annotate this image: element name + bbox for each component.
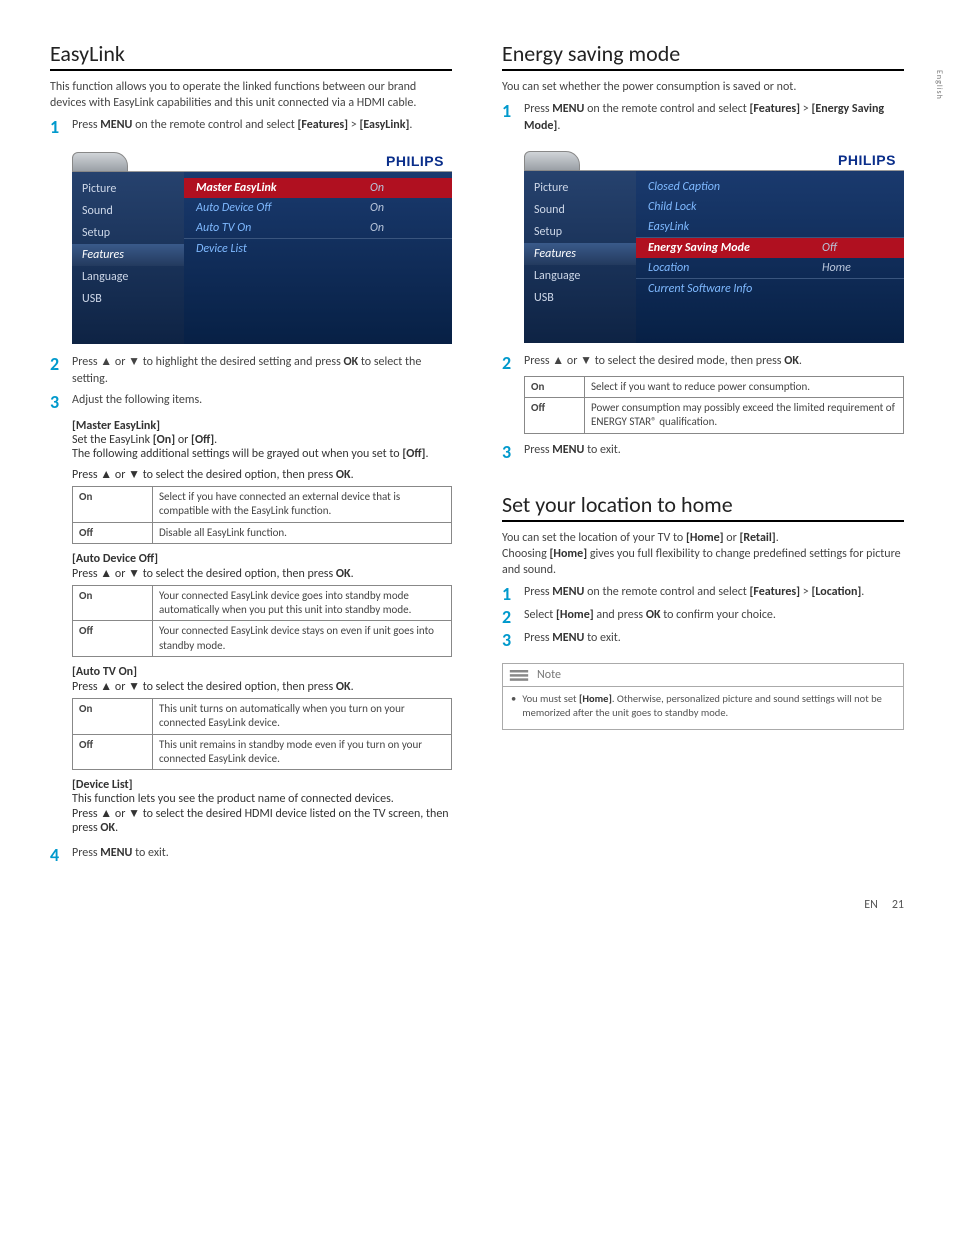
osd-row: Master EasyLinkOn xyxy=(184,178,452,198)
osd-nav: Picture Sound Setup Features Language US… xyxy=(524,171,636,343)
osd-row: LocationHome xyxy=(636,258,904,279)
options-table: OnThis unit turns on automatically when … xyxy=(72,698,452,770)
osd-row: Auto TV OnOn xyxy=(184,218,452,239)
step-number: 1 xyxy=(502,102,524,120)
osd-nav: Picture Sound Setup Features Language US… xyxy=(72,172,184,344)
osd-nav-item: Setup xyxy=(524,221,636,243)
language-tab: English xyxy=(934,70,944,100)
footer-page: 21 xyxy=(892,898,904,912)
right-column: Energy saving mode You can set whether t… xyxy=(502,40,904,868)
energy-intro: You can set whether the power consumptio… xyxy=(502,79,904,95)
page-footer: EN 21 xyxy=(0,898,954,942)
brand-logo: PHILIPS xyxy=(386,153,444,169)
step-number: 3 xyxy=(502,631,524,649)
osd-main: Master EasyLinkOn Auto Device OffOn Auto… xyxy=(184,172,452,344)
osd-energy: PHILIPS Picture Sound Setup Features Lan… xyxy=(524,145,904,343)
osd-nav-item: USB xyxy=(524,287,636,309)
step-text: Press MENU on the remote control and sel… xyxy=(72,117,452,134)
osd-nav-item: Sound xyxy=(524,199,636,221)
step-text: Press MENU on the remote control and sel… xyxy=(524,101,904,135)
osd-row: Current Software Info xyxy=(636,279,904,299)
left-column: EasyLink This function allows you to ope… xyxy=(50,40,452,868)
note-text: You must set [Home]. Otherwise, personal… xyxy=(509,692,897,720)
osd-row: Auto Device OffOn xyxy=(184,198,452,218)
step-text: Press MENU to exit. xyxy=(524,630,904,647)
easylink-intro: This function allows you to operate the … xyxy=(50,79,452,111)
osd-nav-item-active: Features xyxy=(72,244,184,266)
heading-energy: Energy saving mode xyxy=(502,40,904,71)
brand-logo: PHILIPS xyxy=(838,152,896,168)
osd-nav-item: Language xyxy=(72,266,184,288)
osd-nav-item: Language xyxy=(524,265,636,287)
osd-row: Closed Caption xyxy=(636,177,904,197)
note-box: Note You must set [Home]. Otherwise, per… xyxy=(502,663,904,729)
heading-easylink: EasyLink xyxy=(50,40,452,71)
sub-master-easylink: [Master EasyLink] Set the EasyLink [On] … xyxy=(72,419,452,544)
step-number: 4 xyxy=(50,846,72,864)
osd-nav-item: Setup xyxy=(72,222,184,244)
osd-tab-icon xyxy=(72,152,128,172)
step-text: Press ▲ or ▼ to highlight the desired se… xyxy=(72,354,452,388)
osd-row: EasyLink xyxy=(636,217,904,238)
osd-nav-item: Sound xyxy=(72,200,184,222)
step-text: Press MENU on the remote control and sel… xyxy=(524,584,904,601)
osd-row: Energy Saving ModeOff xyxy=(636,238,904,258)
step-text: Press MENU to exit. xyxy=(524,442,904,459)
heading-location: Set your location to home xyxy=(502,491,904,522)
osd-row: Child Lock xyxy=(636,197,904,217)
options-table: OnYour connected EasyLink device goes in… xyxy=(72,585,452,657)
note-icon xyxy=(509,667,529,683)
osd-nav-item-active: Features xyxy=(524,243,636,265)
osd-main: Closed Caption Child Lock EasyLink Energ… xyxy=(636,171,904,343)
step-number: 3 xyxy=(502,443,524,461)
osd-row: Device List xyxy=(184,239,452,259)
options-table: OnSelect if you want to reduce power con… xyxy=(524,376,904,434)
step-text: Select [Home] and press OK to confirm yo… xyxy=(524,607,904,624)
note-label: Note xyxy=(537,668,561,682)
footer-lang: EN xyxy=(864,898,878,912)
step-number: 3 xyxy=(50,393,72,411)
options-table: OnSelect if you have connected an extern… xyxy=(72,486,452,544)
osd-easylink: PHILIPS Picture Sound Setup Features Lan… xyxy=(72,146,452,344)
step-number: 2 xyxy=(50,355,72,373)
step-number: 2 xyxy=(502,354,524,372)
step-text: Press MENU to exit. xyxy=(72,845,452,862)
step-number: 2 xyxy=(502,608,524,626)
sub-device-list: [Device List] This function lets you see… xyxy=(72,778,452,835)
osd-nav-item: USB xyxy=(72,288,184,310)
step-number: 1 xyxy=(502,585,524,603)
page: EasyLink This function allows you to ope… xyxy=(0,0,954,898)
step-text: Press ▲ or ▼ to select the desired mode,… xyxy=(524,353,904,370)
sub-auto-tv-on: [Auto TV On] Press ▲ or ▼ to select the … xyxy=(72,665,452,770)
step-text: Adjust the following items. xyxy=(72,392,452,409)
step-number: 1 xyxy=(50,118,72,136)
location-intro: You can set the location of your TV to [… xyxy=(502,530,904,579)
sub-auto-device-off: [Auto Device Off] Press ▲ or ▼ to select… xyxy=(72,552,452,657)
osd-nav-item: Picture xyxy=(524,177,636,199)
osd-tab-icon xyxy=(524,151,580,171)
osd-nav-item: Picture xyxy=(72,178,184,200)
